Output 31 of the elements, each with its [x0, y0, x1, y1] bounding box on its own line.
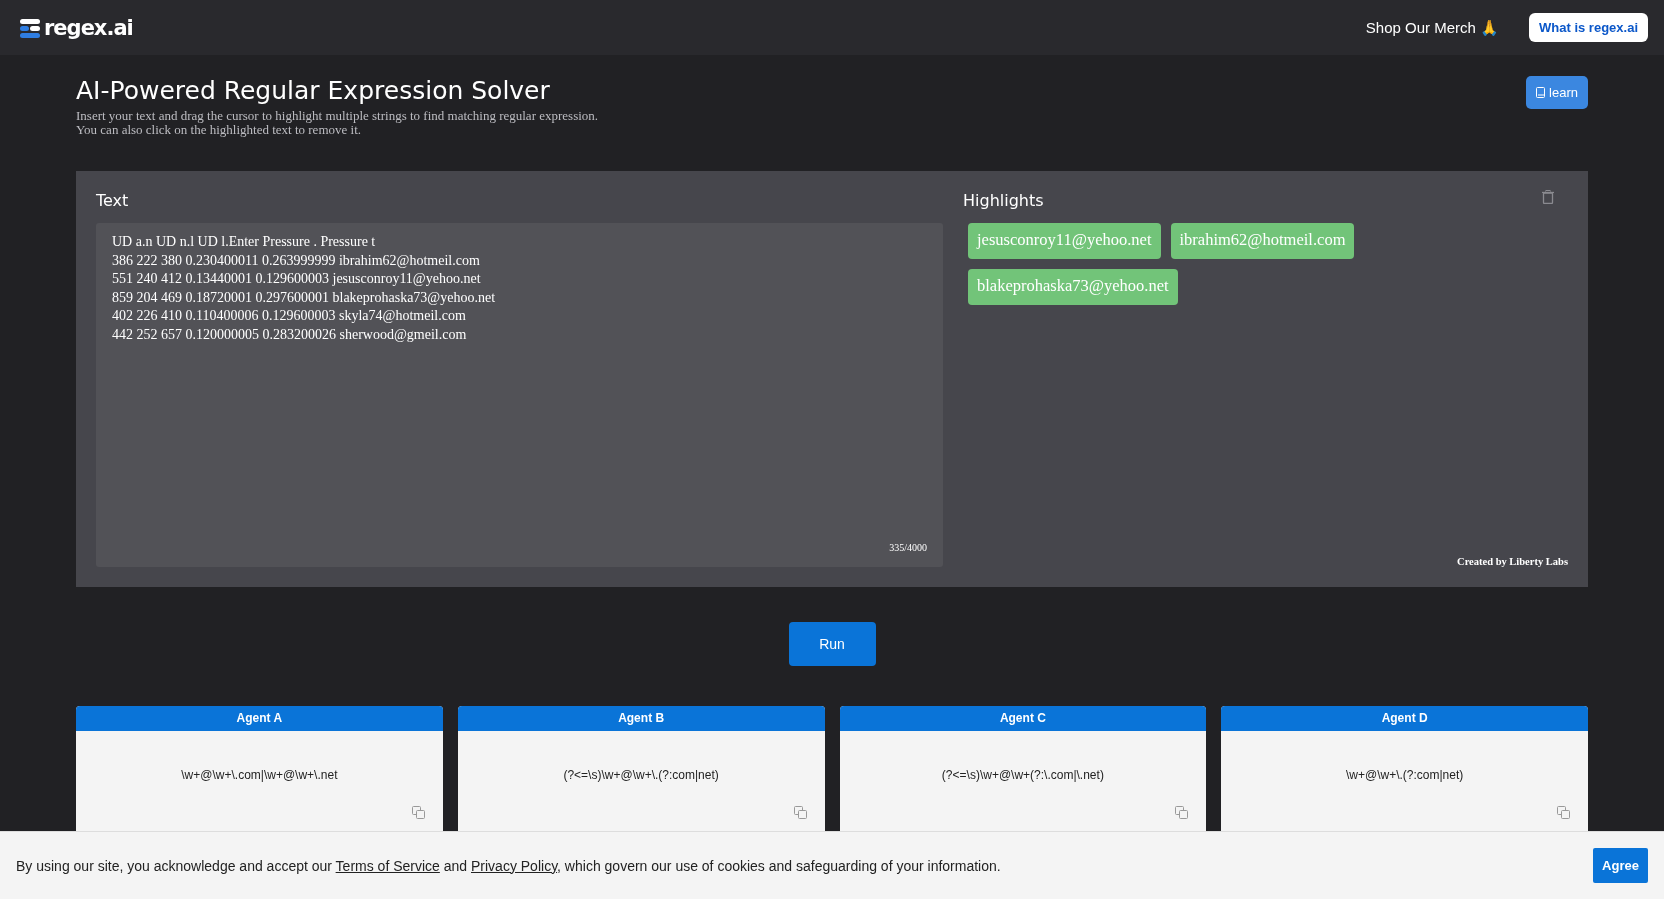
- agent-title: Agent C: [839, 706, 1207, 731]
- text-input-field[interactable]: UD a.n UD n.l UD l.Enter Pressure . Pressure t 386 222 380 0.230400011 0.263999999 ibrahim62@hotmeil.com 551 240 412 0.13440001 0.129600003 jesusconroy11@yehoo.net 859 204 469 0.18720001 0.297600001 blakeprohaska73@yehoo.net 402 226 410 0.110400006 0.129600003 skyla74@hotmeil.com 442 252 657 0.120000005 0.283200026 sherwood@gmeil.com 335/4000: [96, 223, 943, 567]
- terms-link[interactable]: Terms of Service: [335, 857, 440, 874]
- agent-title: Agent B: [457, 706, 825, 731]
- credit-text: Created by Liberty Labs: [1457, 556, 1568, 567]
- description-text: Insert your text and drag the cursor to highlight multiple strings to find matching regular expression.: [76, 109, 600, 123]
- agent-title: Agent D: [1221, 706, 1588, 731]
- regex-result: \w+@\w+\.(?:com|net): [1344, 768, 1465, 782]
- regex-result: \w+@\w+\.com|\w+@\w+\.net: [180, 768, 339, 782]
- text-label: Text: [96, 190, 130, 212]
- regex-result: (?<=\s)\w+@\w+(?:\.com|\.net): [940, 768, 1105, 782]
- trash-icon[interactable]: [1542, 190, 1554, 204]
- logo-text[interactable]: regex.ai: [44, 15, 133, 40]
- highlights-label: Highlights: [963, 190, 1044, 212]
- cookie-notice: By using our site, you acknowledge and accept our Terms of Service and Privacy Policy, which govern our use of cookies and safeguarding of your information.: [16, 857, 1002, 874]
- description-text: You can also click on the highlighted text to remove it.: [76, 123, 361, 137]
- agree-button[interactable]: Agree: [1593, 848, 1648, 883]
- agent-title: Agent A: [76, 706, 443, 731]
- about-button[interactable]: What is regex.ai: [1529, 13, 1648, 42]
- copy-icon[interactable]: [411, 806, 425, 819]
- page-title: AI-Powered Regular Expression Solver: [76, 76, 551, 105]
- copy-icon[interactable]: [1175, 806, 1189, 819]
- character-counter: 335/4000: [889, 542, 927, 553]
- copy-icon[interactable]: [1557, 806, 1570, 819]
- copy-icon[interactable]: [793, 806, 807, 819]
- logo-icon: [20, 17, 40, 38]
- run-button[interactable]: Run: [788, 622, 876, 666]
- merch-link[interactable]: Shop Our Merch 🙏: [1365, 18, 1499, 37]
- regex-result: (?<=\s)\w+@\w+\.(?:com|net): [562, 768, 720, 782]
- book-icon: [1536, 87, 1546, 98]
- learn-button[interactable]: learn: [1526, 76, 1588, 109]
